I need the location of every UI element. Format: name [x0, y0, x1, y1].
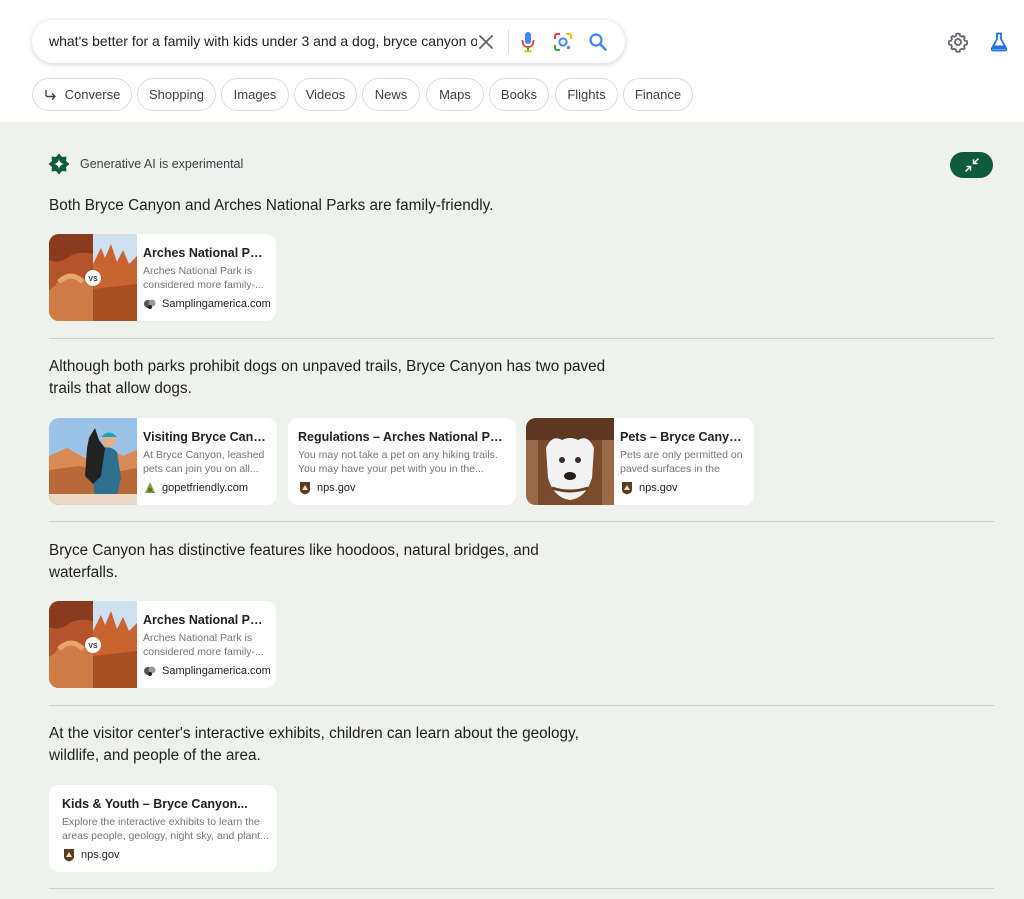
- chip-videos[interactable]: Videos: [294, 78, 357, 111]
- nps-favicon-icon: [298, 481, 312, 495]
- sparkle-icon: [48, 153, 70, 175]
- close-icon[interactable]: [475, 31, 497, 53]
- section-divider: [49, 705, 994, 706]
- chip-news[interactable]: News: [362, 78, 420, 111]
- card-title: Pets – Bryce Canyon...: [620, 430, 746, 444]
- labs-flask-icon[interactable]: [987, 30, 1011, 54]
- chip-label: Shopping: [149, 87, 204, 102]
- card-snippet: Arches National Park is considered more …: [143, 632, 264, 658]
- samplingamerica-favicon-icon: [143, 297, 157, 311]
- collapse-arrows-icon: [964, 158, 979, 172]
- source-card[interactable]: Pets – Bryce Canyon... Pets are only per…: [526, 418, 754, 505]
- ai-summary-paragraph: Although both parks prohibit dogs on unp…: [49, 358, 606, 397]
- thumbnail-image: VS: [49, 234, 137, 321]
- card-snippet: Arches National Park is considered more …: [143, 265, 264, 291]
- source-card[interactable]: Regulations – Arches National Park You m…: [288, 418, 516, 505]
- chip-label: Books: [500, 87, 538, 102]
- card-source: nps.gov: [81, 849, 120, 861]
- source-card[interactable]: Kids & Youth – Bryce Canyon... Explore t…: [49, 785, 277, 872]
- card-source: nps.gov: [317, 482, 356, 494]
- chip-label: Videos: [305, 87, 346, 102]
- thumbnail-image: [526, 418, 614, 505]
- chip-label: Flights: [567, 87, 606, 102]
- chip-books[interactable]: Books: [489, 78, 549, 111]
- nps-favicon-icon: [620, 481, 634, 495]
- thumbnail-image: VS: [49, 601, 137, 688]
- card-source: nps.gov: [639, 482, 678, 494]
- gopetfriendly-favicon-icon: [143, 481, 157, 495]
- card-title: Regulations – Arches National Park: [298, 430, 508, 444]
- source-card[interactable]: VS Arches National Park... Arches Nation…: [49, 234, 276, 321]
- card-snippet: At Bryce Canyon, leashed pets can join y…: [143, 449, 265, 475]
- search-input[interactable]: what's better for a family with kids und…: [49, 20, 477, 63]
- card-snippet: You may not take a pet on any hiking tra…: [298, 449, 498, 475]
- chip-finance[interactable]: Finance: [623, 78, 693, 111]
- chip-label: Maps: [439, 87, 471, 102]
- ai-overview-panel: Generative AI is experimental Both Bryce…: [0, 122, 1024, 899]
- nps-favicon-icon: [62, 848, 76, 862]
- search-divider: [508, 30, 509, 54]
- card-title: Arches National Park...: [143, 613, 268, 627]
- section-divider: [49, 888, 994, 889]
- ai-summary-paragraph: At the visitor center's interactive exhi…: [49, 725, 579, 764]
- card-title: Visiting Bryce Canyo...: [143, 430, 269, 444]
- chip-label: Images: [233, 87, 277, 102]
- card-title: Kids & Youth – Bryce Canyon...: [62, 797, 248, 811]
- chip-label: Finance: [634, 87, 682, 102]
- samplingamerica-favicon-icon: [143, 664, 157, 678]
- section-divider: [49, 338, 994, 339]
- ai-summary-paragraph: Bryce Canyon has distinctive features li…: [49, 542, 539, 581]
- chip-images[interactable]: Images: [221, 78, 289, 111]
- chip-shopping[interactable]: Shopping: [137, 78, 216, 111]
- card-source: Samplingamerica.com: [162, 298, 271, 310]
- search-header: what's better for a family with kids und…: [0, 0, 1024, 122]
- thumb-vs-label: VS: [88, 643, 98, 650]
- card-source: gopetfriendly.com: [162, 482, 249, 494]
- source-card[interactable]: VS Arches National Park... Arches Nation…: [49, 601, 276, 688]
- thumb-vs-label: VS: [88, 276, 98, 283]
- thumbnail-image: [49, 418, 137, 505]
- section-divider: [49, 521, 994, 522]
- google-lens-icon[interactable]: [552, 31, 574, 53]
- microphone-icon[interactable]: [517, 31, 539, 53]
- ai-badge: Generative AI is experimental: [48, 153, 243, 175]
- search-icon[interactable]: [587, 31, 609, 53]
- card-snippet: Pets are only permitted on paved surface…: [620, 449, 743, 475]
- search-box[interactable]: what's better for a family with kids und…: [32, 20, 625, 63]
- settings-gear-icon[interactable]: [946, 30, 970, 54]
- ai-summary-paragraph: Both Bryce Canyon and Arches National Pa…: [49, 197, 494, 214]
- chip-label: Converse: [64, 87, 121, 102]
- source-card[interactable]: Visiting Bryce Canyo... At Bryce Canyon,…: [49, 418, 277, 505]
- chip-converse[interactable]: Converse: [32, 78, 132, 111]
- collapse-button[interactable]: [950, 152, 993, 178]
- chip-label: News: [374, 87, 408, 102]
- ai-badge-label: Generative AI is experimental: [80, 157, 244, 171]
- card-title: Arches National Park...: [143, 246, 268, 260]
- card-source: Samplingamerica.com: [162, 665, 271, 677]
- card-snippet: Explore the interactive exhibits to lear…: [62, 816, 269, 842]
- return-arrow-icon: [44, 89, 56, 100]
- chip-flights[interactable]: Flights: [555, 78, 618, 111]
- chip-maps[interactable]: Maps: [426, 78, 484, 111]
